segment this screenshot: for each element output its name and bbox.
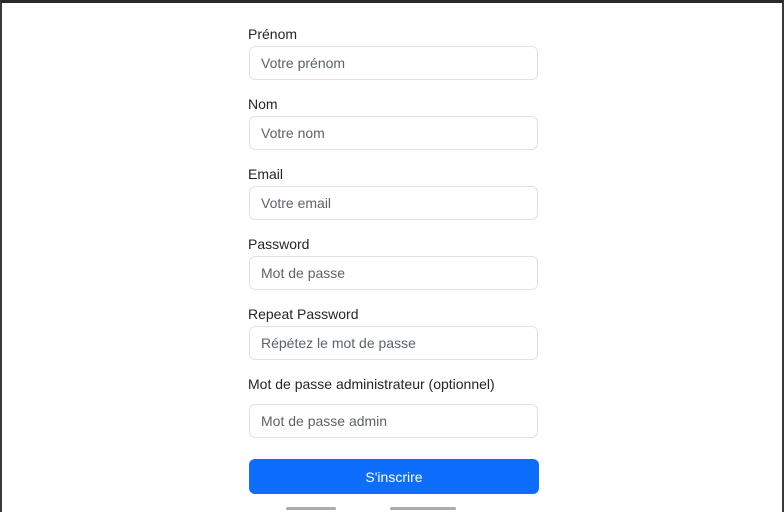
email-label: Email [248,166,284,182]
cut-off-text-fragment [286,507,336,510]
email-input[interactable] [249,186,538,220]
admin-password-label: Mot de passe administrateur (optionnel) [248,376,495,392]
field-group-email: Email [248,165,539,220]
password-input[interactable] [249,256,538,290]
field-group-first-name: Prénom [248,25,539,80]
last-name-input[interactable] [249,116,538,150]
cut-off-link-fragment [390,507,456,510]
field-group-repeat-password: Repeat Password [248,305,539,360]
password-label: Password [248,236,310,252]
app-window: Prénom Nom Email Password Repeat Passwor… [0,0,784,512]
cut-off-footer-text [286,507,506,512]
first-name-input[interactable] [249,46,538,80]
signup-submit-button[interactable]: S'inscrire [249,459,539,494]
repeat-password-input[interactable] [249,326,538,360]
field-group-last-name: Nom [248,95,539,150]
field-group-admin-password: Mot de passe administrateur (optionnel) [248,375,539,438]
admin-password-input[interactable] [249,404,538,438]
first-name-label: Prénom [248,26,298,42]
last-name-label: Nom [248,96,278,112]
field-group-password: Password [248,235,539,290]
repeat-password-label: Repeat Password [248,306,359,322]
